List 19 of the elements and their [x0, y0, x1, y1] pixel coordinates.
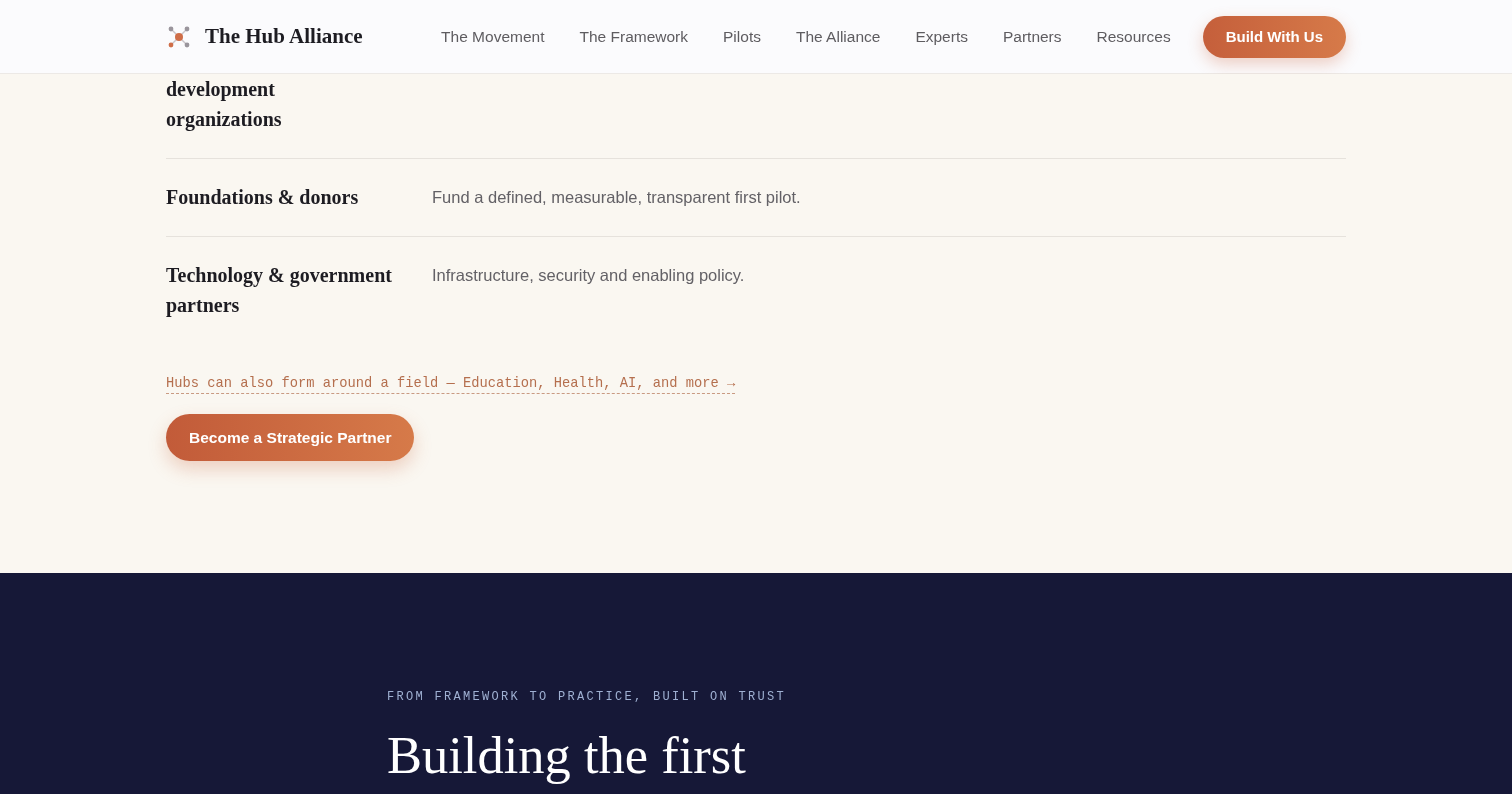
network-icon[interactable]: [168, 25, 190, 48]
cta-button[interactable]: Build With Us: [1202, 15, 1346, 58]
nav-link[interactable]: Partners: [1002, 27, 1062, 46]
nav-link[interactable]: The Framework: [579, 27, 689, 46]
strategic-partner-button[interactable]: Become a Strategic Partner: [166, 414, 415, 461]
partner-type-label: Foundations & donors: [166, 185, 360, 210]
partner-type-label: development organizations: [166, 77, 283, 133]
brand-name[interactable]: The Hub Alliance: [205, 24, 363, 49]
field-hubs-link[interactable]: Hubs can also form around a field — Education, Health, AI, and more →: [166, 376, 736, 394]
section-heading: Building the first: [387, 727, 747, 784]
nav-link[interactable]: Experts: [915, 27, 968, 46]
nav-link[interactable]: The Movement: [441, 27, 545, 46]
partner-description: Fund a defined, measurable, transparent first pilot.: [432, 187, 801, 208]
nav-link[interactable]: Pilots: [723, 27, 761, 46]
nav-link[interactable]: Resources: [1096, 27, 1171, 46]
partner-type-label: Technology & government partners: [166, 263, 393, 319]
nav-link[interactable]: The Alliance: [795, 27, 881, 46]
section-eyebrow: FROM FRAMEWORK TO PRACTICE, BUILT ON TRUST: [387, 689, 788, 705]
partner-description: Infrastructure, security and enabling policy.: [432, 265, 745, 286]
